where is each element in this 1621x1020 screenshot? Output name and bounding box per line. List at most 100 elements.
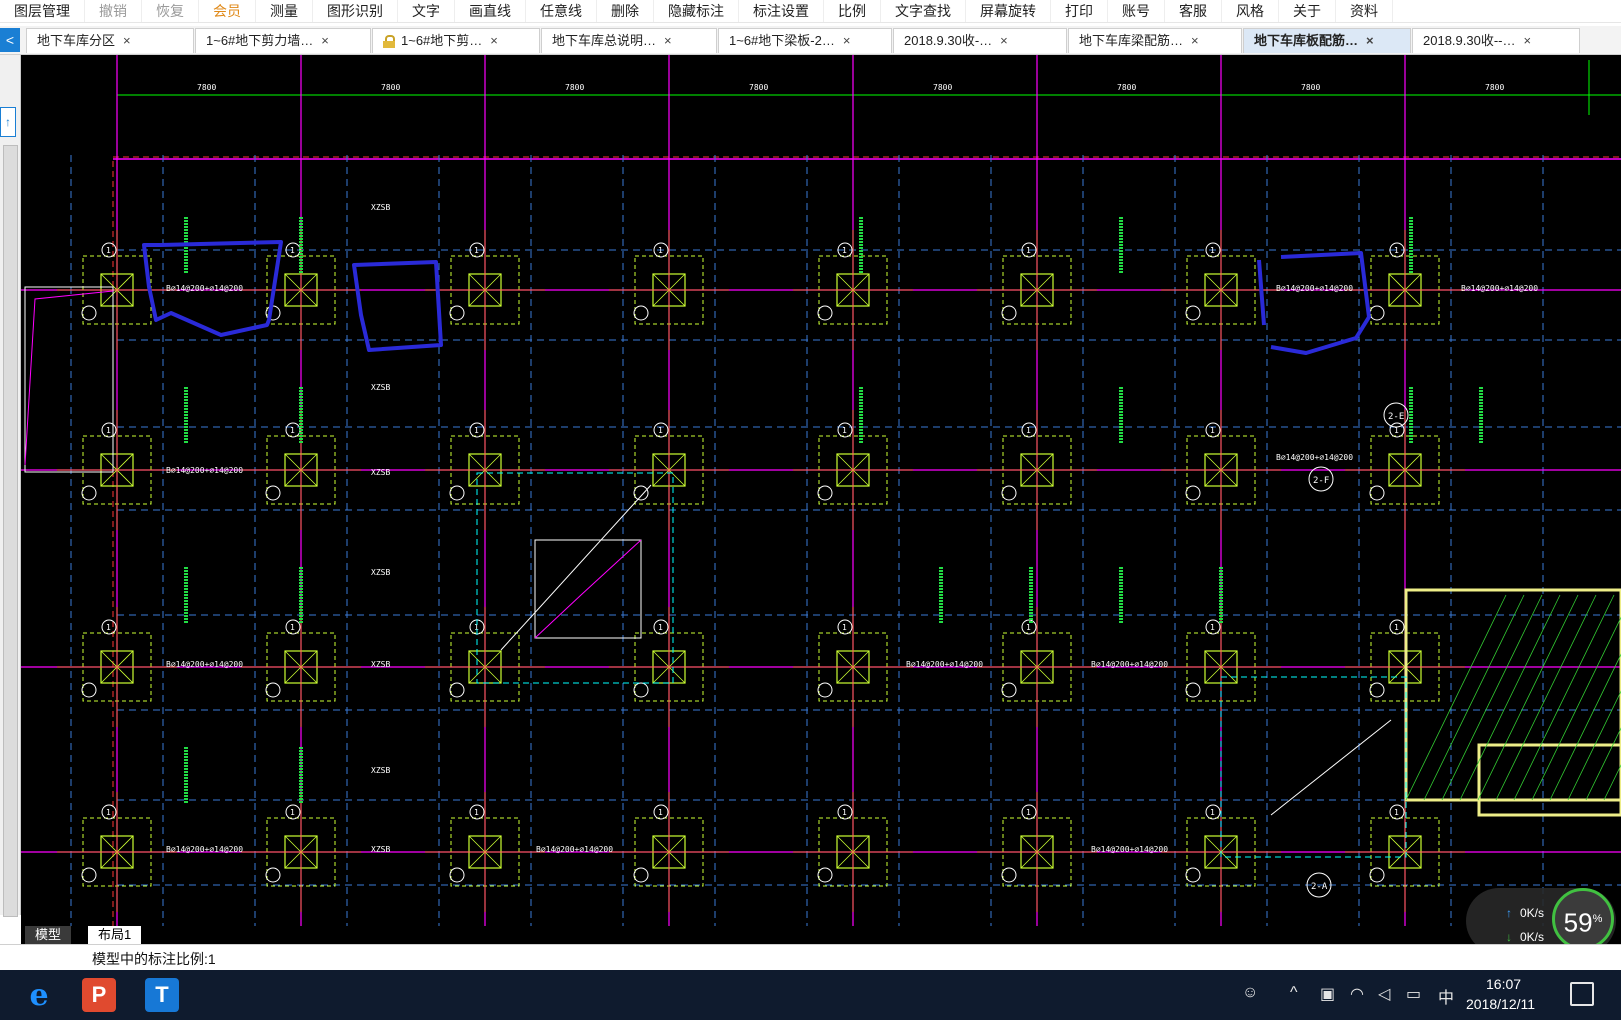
tab-layout1[interactable]: 布局1 [87, 926, 142, 944]
menu-item-20[interactable]: 资料 [1336, 0, 1393, 22]
hatch-line [1513, 594, 1615, 801]
rebar-annotation: B∅14@200+∅14@200 [166, 284, 243, 293]
t-app-icon[interactable]: T [145, 978, 179, 1012]
document-tab-6[interactable]: 地下车库梁配筋… × [1068, 28, 1242, 53]
wifi-icon[interactable]: ◠ [1350, 984, 1364, 1004]
hatch-line [1603, 764, 1621, 801]
axis-bubble-label: 1 [1026, 623, 1031, 632]
axis-bubble [449, 867, 465, 883]
axis-bubble [633, 305, 649, 321]
tab-label: 地下车库梁配筋… [1079, 33, 1184, 48]
tab-label: 2018.9.30收-… [904, 33, 993, 48]
axis-bubble-label: 1 [106, 246, 111, 255]
axis-bubble-label: 1 [106, 426, 111, 435]
document-tab-8[interactable]: 2018.9.30收--… × [1412, 28, 1580, 53]
axis-bubble [449, 682, 465, 698]
menu-item-5[interactable]: 图形识别 [313, 0, 398, 22]
menu-bar: 图层管理 撤销 恢复 会员 测量 图形识别 文字 画直线 任意线 删除 隐藏标注 标注设置 比例 文字查找… [0, 0, 1621, 23]
close-icon[interactable]: × [1524, 29, 1532, 53]
menu-item-16[interactable]: 账号 [1108, 0, 1165, 22]
dimension-text: 7800 [933, 83, 952, 92]
menu-item-18[interactable]: 风格 [1222, 0, 1279, 22]
slab-mark: XZSB [371, 468, 390, 477]
menu-item-17[interactable]: 客服 [1165, 0, 1222, 22]
axis-bubble [1369, 867, 1385, 883]
axis-bubble-label: 1 [1394, 623, 1399, 632]
document-tab-bar: < 地下车库分区 × 1~6#地下剪力墙… × 1~6#地下剪… × 地下车库总说明… × 1~… [0, 26, 1621, 55]
document-tab-4[interactable]: 1~6#地下梁板-2… × [718, 28, 892, 53]
slab-mark: XZSB [371, 766, 390, 775]
menu-item-3[interactable]: 会员 [199, 0, 256, 22]
document-tab-0[interactable]: 地下车库分区 × [26, 28, 194, 53]
axis-bubble-label: 1 [1026, 808, 1031, 817]
close-icon[interactable]: × [123, 29, 131, 53]
tab-label: 地下车库总说明… [552, 33, 657, 48]
menu-item-9[interactable]: 删除 [597, 0, 654, 22]
notification-icon[interactable] [1570, 982, 1594, 1006]
menu-item-10[interactable]: 隐藏标注 [654, 0, 739, 22]
close-icon[interactable]: × [664, 29, 672, 53]
layout-tab-bar: 模型 布局1 [21, 926, 1621, 944]
close-icon[interactable]: × [1191, 29, 1199, 53]
usage-percent: 59 [1563, 907, 1593, 938]
document-tab-7[interactable]: 地下车库板配筋… × [1243, 28, 1411, 53]
axis-bubble-label: 1 [1210, 808, 1215, 817]
axis-bubble-label: 1 [658, 246, 663, 255]
ie-browser-icon[interactable]: e [22, 978, 56, 1013]
menu-item-13[interactable]: 文字查找 [881, 0, 966, 22]
usage-unit: % [1592, 913, 1603, 925]
wps-app-icon[interactable]: P [82, 978, 116, 1012]
menu-item-15[interactable]: 打印 [1051, 0, 1108, 22]
windows-taskbar: e P T ☺ ^ ▣ ◠ ◁ ▭ 中 16:07 2018/12/11 [0, 970, 1621, 1020]
menu-item-7[interactable]: 画直线 [455, 0, 526, 22]
menu-item-6[interactable]: 文字 [398, 0, 455, 22]
document-tab-5[interactable]: 2018.9.30收-… × [893, 28, 1067, 53]
document-tabs: 地下车库分区 × 1~6#地下剪力墙… × 1~6#地下剪… × 地下车库总说明… × 1~6#… [26, 28, 1581, 54]
chevron-up-icon[interactable]: ^ [1290, 984, 1298, 1002]
vertical-scrollbar[interactable] [3, 145, 18, 917]
menu-item-0[interactable]: 图层管理 [0, 0, 85, 22]
memory-usage-ring[interactable]: 59% [1552, 888, 1614, 950]
hatch-line [1549, 653, 1621, 801]
axis-bubble-label: 1 [842, 246, 847, 255]
axis-bubble-label: 1 [106, 623, 111, 632]
dimension-text: 7800 [1117, 83, 1136, 92]
clock-time[interactable]: 16:07 [1486, 976, 1521, 992]
axis-bubble [265, 682, 281, 698]
document-tab-2[interactable]: 1~6#地下剪… × [372, 28, 540, 53]
close-icon[interactable]: × [1366, 29, 1374, 53]
close-icon[interactable]: × [1000, 29, 1008, 53]
axis-bubble [817, 485, 833, 501]
menu-item-19[interactable]: 关于 [1279, 0, 1336, 22]
download-speed: ↓ 0K/s [1506, 930, 1544, 944]
menu-item-12[interactable]: 比例 [824, 0, 881, 22]
tab-scroll-left-button[interactable]: < [0, 28, 20, 52]
security-icon[interactable]: ▣ [1320, 984, 1335, 1004]
battery-icon[interactable]: ▭ [1406, 984, 1421, 1004]
up-arrow-icon[interactable]: ↑ [0, 107, 16, 137]
axis-bubble-label: 1 [474, 808, 479, 817]
rebar-annotation: B∅14@200+∅14@200 [166, 845, 243, 854]
close-icon[interactable]: × [843, 29, 851, 53]
axis-bubble [81, 867, 97, 883]
menu-item-1[interactable]: 撤销 [85, 0, 142, 22]
menu-item-14[interactable]: 屏幕旋转 [966, 0, 1051, 22]
volume-icon[interactable]: ◁ [1378, 984, 1390, 1004]
menu-item-8[interactable]: 任意线 [526, 0, 597, 22]
axis-bubble [81, 305, 97, 321]
dimension-text: 7800 [1485, 83, 1504, 92]
document-tab-1[interactable]: 1~6#地下剪力墙… × [195, 28, 371, 53]
clock-date[interactable]: 2018/12/11 [1466, 996, 1535, 1012]
close-icon[interactable]: × [490, 29, 498, 53]
menu-item-11[interactable]: 标注设置 [739, 0, 824, 22]
menu-item-2[interactable]: 恢复 [142, 0, 199, 22]
axis-bubble-label: 1 [290, 623, 295, 632]
cad-drawing-canvas[interactable]: 7800 7800 7800 7800 7800 7800 7800 7800 1 1 1 1 1 1 1 1… [21, 55, 1621, 926]
tab-model[interactable]: 模型 [25, 926, 72, 944]
document-tab-3[interactable]: 地下车库总说明… × [541, 28, 717, 53]
close-icon[interactable]: × [321, 29, 329, 53]
axis-bubble-label: 2-F [1313, 476, 1329, 486]
people-icon[interactable]: ☺ [1242, 984, 1258, 1002]
input-method-indicator[interactable]: 中 [1438, 984, 1454, 1008]
menu-item-4[interactable]: 测量 [256, 0, 313, 22]
